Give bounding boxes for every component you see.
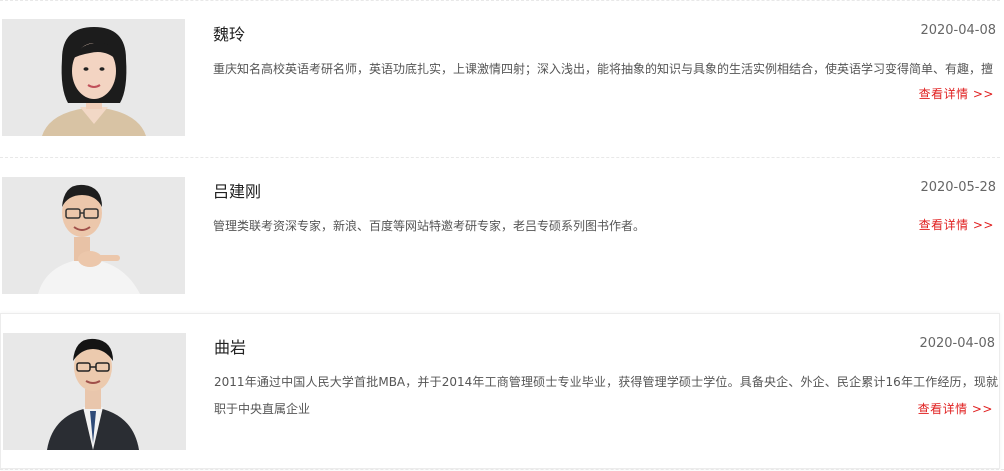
- teacher-description: 重庆知名高校英语考研名师，英语功底扎实，上课激情四射；深入浅出，能将抽象的知识与…: [213, 62, 994, 76]
- publish-date: 2020-05-28: [920, 180, 996, 195]
- teacher-photo[interactable]: [3, 333, 186, 450]
- view-details-link[interactable]: 查看详情 >>: [919, 216, 994, 233]
- teacher-name[interactable]: 吕建刚: [213, 178, 261, 202]
- divider: [0, 469, 1004, 470]
- teacher-card[interactable]: 曲岩 2020-04-08 2011年通过中国人民大学首批MBA，并于2014年…: [0, 313, 1000, 469]
- view-details-link[interactable]: 查看详情 >>: [918, 400, 993, 417]
- publish-date: 2020-04-08: [920, 23, 996, 38]
- teacher-card[interactable]: 魏玲 2020-04-08 重庆知名高校英语考研名师，英语功底扎实，上课激情四射…: [0, 0, 1000, 153]
- publish-date: 2020-04-08: [919, 336, 995, 351]
- teacher-photo[interactable]: [2, 177, 185, 294]
- teacher-photo[interactable]: [2, 19, 185, 136]
- teacher-portrait-image: [2, 19, 185, 136]
- teacher-list: 魏玲 2020-04-08 重庆知名高校英语考研名师，英语功底扎实，上课激情四射…: [0, 0, 1004, 471]
- teacher-portrait-image: [3, 333, 186, 450]
- teacher-name[interactable]: 曲岩: [214, 334, 246, 358]
- teacher-description: 2011年通过中国人民大学首批MBA，并于2014年工商管理硕士专业毕业，获得管…: [214, 375, 998, 416]
- teacher-portrait-image: [2, 177, 185, 294]
- view-details-link[interactable]: 查看详情 >>: [919, 85, 994, 102]
- teacher-card[interactable]: 吕建刚 2020-05-28 管理类联考资深专家，新浪、百度等网站特邀考研专家，…: [0, 157, 1000, 310]
- teacher-description: 管理类联考资深专家，新浪、百度等网站特邀考研专家，老吕专硕系列图书作者。: [213, 219, 646, 233]
- teacher-name[interactable]: 魏玲: [213, 21, 245, 45]
